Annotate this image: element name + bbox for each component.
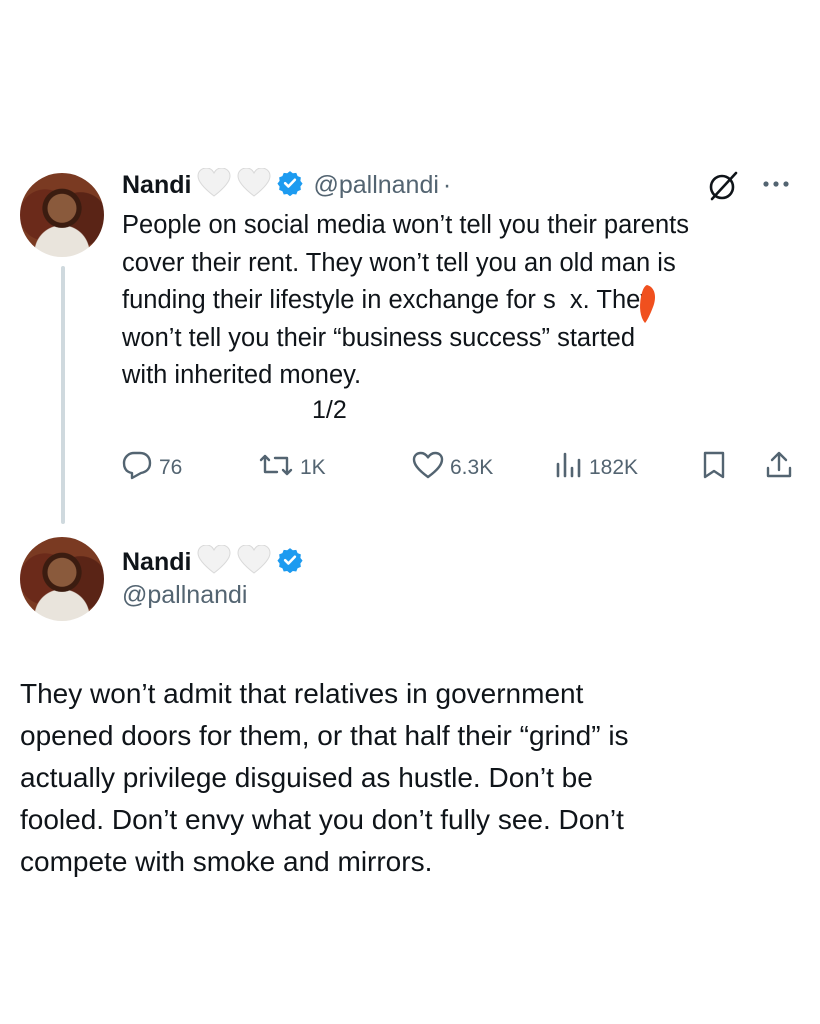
- verified-badge-icon: [277, 547, 304, 578]
- thread-part-counter: 1/2: [312, 396, 347, 424]
- tweet-header: Nandi: [122, 544, 304, 580]
- white-heart-icon: [237, 167, 271, 203]
- white-heart-icon: [197, 167, 231, 203]
- more-icon[interactable]: [760, 174, 796, 199]
- white-heart-icon: [237, 544, 271, 580]
- white-heart-icon: [197, 544, 231, 580]
- like-count: 6.3K: [450, 456, 494, 479]
- verified-badge-icon: [277, 170, 304, 201]
- view-count: 182K: [589, 456, 639, 479]
- censor-mark: [640, 285, 655, 323]
- avatar[interactable]: [20, 537, 104, 621]
- repost-count: 1K: [300, 456, 326, 479]
- chat-bubble-icon: [121, 450, 153, 486]
- bookmark-button[interactable]: [700, 450, 728, 486]
- views-button[interactable]: 182K: [553, 450, 638, 486]
- author-name[interactable]: Nandi: [122, 171, 191, 200]
- tweet-actions: 76 1K 6.3K 182K: [0, 448, 820, 484]
- repost-button[interactable]: 1K: [258, 450, 326, 486]
- grok-icon[interactable]: [703, 166, 743, 211]
- reply-button[interactable]: 76: [121, 450, 182, 486]
- like-button[interactable]: 6.3K: [412, 450, 493, 486]
- tweet-text: They won’t admit that relatives in gover…: [20, 678, 629, 877]
- avatar[interactable]: [20, 173, 104, 257]
- share-icon: [764, 450, 794, 486]
- reply-count: 76: [159, 456, 183, 479]
- retweet-icon: [258, 450, 294, 486]
- tweet-text: People on social media won’t tell you th…: [122, 211, 689, 389]
- heart-outline-icon: [412, 450, 444, 486]
- author-handle[interactable]: @pallnandi: [313, 171, 438, 200]
- author-name[interactable]: Nandi: [122, 548, 191, 577]
- tweet-header: Nandi @pallnandi ·: [122, 167, 452, 203]
- bar-chart-icon: [553, 450, 583, 486]
- bookmark-icon: [700, 450, 728, 486]
- share-button[interactable]: [764, 450, 794, 486]
- thread-line: [61, 266, 65, 524]
- separator-dot: ·: [442, 171, 452, 199]
- author-handle[interactable]: @pallnandi: [122, 581, 247, 610]
